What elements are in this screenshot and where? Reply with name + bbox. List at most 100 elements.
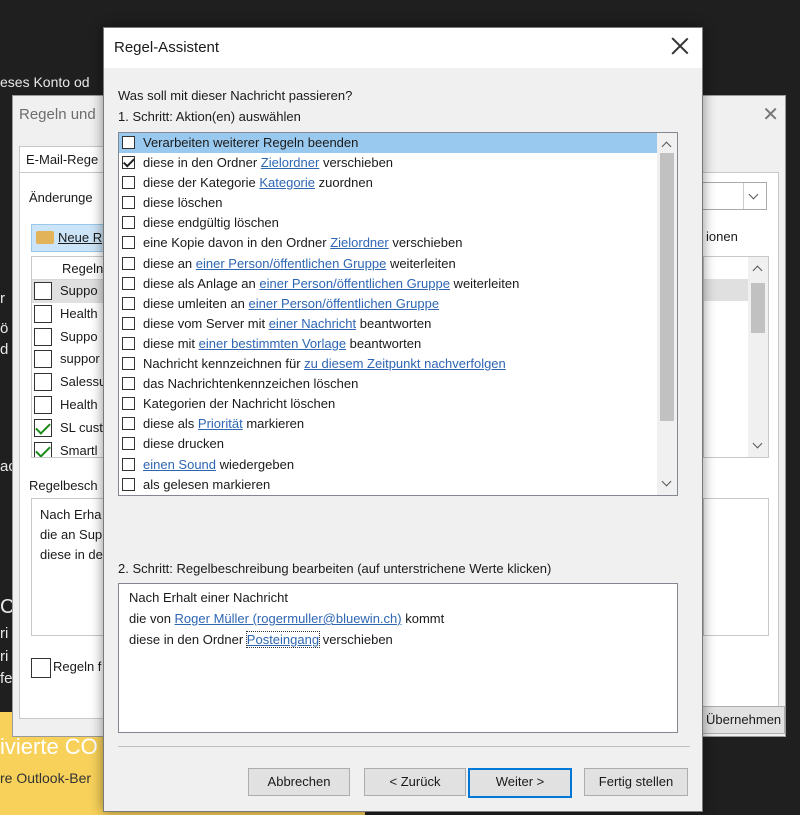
action-text-post: zuordnen [315, 175, 373, 191]
rule-checkbox[interactable] [34, 327, 52, 346]
new-rule-button[interactable]: Neue R [31, 224, 113, 252]
close-icon[interactable]: ✕ [762, 102, 779, 127]
action-checkbox[interactable] [122, 196, 135, 210]
action-link[interactable]: einer bestimmten Vorlage [199, 336, 346, 351]
list-item[interactable]: diese löschen [119, 193, 657, 213]
list-item[interactable]: diese vom Server mit einer Nachricht bea… [119, 314, 657, 334]
action-link[interactable]: einer Person/öffentlichen Gruppe [249, 296, 440, 311]
close-icon[interactable] [670, 36, 690, 56]
action-text-pre: diese drucken [143, 436, 224, 452]
next-button[interactable]: Weiter > [468, 768, 572, 798]
list-item[interactable]: diese umleiten an einer Person/öffentlic… [119, 294, 657, 314]
list-item[interactable]: das Nachrichtenkennzeichen löschen [119, 374, 657, 394]
action-text-pre: eine Kopie davon in den Ordner [143, 235, 331, 251]
cancel-button[interactable]: Abbrechen [248, 768, 350, 796]
list-item[interactable]: diese drucken [119, 434, 657, 454]
scroll-down-icon[interactable] [752, 438, 763, 449]
finish-button[interactable]: Fertig stellen [584, 768, 688, 796]
rule-name: Health [60, 396, 98, 412]
action-checkbox[interactable] [122, 477, 135, 491]
action-checkbox[interactable] [122, 377, 135, 391]
list-item[interactable]: Kategorien der Nachricht löschen [119, 394, 657, 414]
rule-checkbox[interactable] [34, 418, 52, 437]
rule-checkbox[interactable] [34, 395, 52, 414]
action-checkbox[interactable] [122, 397, 135, 411]
rule-checkbox[interactable] [34, 373, 52, 392]
action-text-pre: diese als Anlage an [143, 275, 260, 291]
list-item[interactable]: als gelesen markieren [119, 475, 657, 495]
options-fragment: ionen [706, 229, 738, 244]
action-link[interactable]: Priorität [198, 416, 243, 431]
action-checkbox[interactable] [122, 357, 135, 371]
action-checkbox[interactable] [122, 156, 135, 170]
action-checkbox[interactable] [122, 276, 135, 290]
rule-checkbox[interactable] [34, 304, 52, 323]
list-item[interactable]: diese mit einer bestimmten Vorlage beant… [119, 334, 657, 354]
action-link[interactable]: Zielordner [261, 155, 320, 170]
new-rule-label: Neue R [58, 230, 103, 245]
action-text: das Nachrichtenkennzeichen löschen [143, 376, 358, 391]
rule-name: Suppo [60, 283, 98, 298]
action-checkbox[interactable] [122, 176, 135, 190]
list-item[interactable]: diese als Anlage an einer Person/öffentl… [119, 274, 657, 294]
action-link[interactable]: einer Nachricht [269, 316, 356, 331]
scrollbar[interactable] [657, 133, 677, 495]
action-link[interactable]: einen Sound [143, 457, 216, 472]
action-text: diese als Priorität markieren [143, 416, 304, 431]
folder-link[interactable]: Posteingang [245, 631, 321, 648]
action-checkbox[interactable] [122, 236, 135, 250]
rules-list-right[interactable] [703, 256, 769, 458]
action-text-pre: diese der Kategorie [143, 175, 260, 191]
action-checkbox[interactable] [122, 316, 135, 330]
action-checkbox[interactable] [122, 437, 135, 451]
list-item[interactable]: diese an einer Person/öffentlichen Grupp… [119, 254, 657, 274]
chevron-down-icon[interactable] [743, 183, 766, 209]
rule-name: suppor [60, 351, 100, 367]
action-text: diese endgültig löschen [143, 215, 279, 230]
rule-checkbox[interactable] [34, 282, 52, 300]
list-item[interactable]: diese endgültig löschen [119, 213, 657, 233]
rules-window-title: Regeln und [19, 106, 96, 123]
action-text-pre: diese umleiten an [143, 295, 249, 311]
action-checkbox[interactable] [122, 336, 135, 350]
description-text: diese in den Ordner [129, 632, 247, 647]
description-text: verschieben [319, 632, 393, 647]
scroll-up-icon[interactable] [752, 265, 763, 276]
actions-list[interactable]: Verarbeiten weiterer Regeln beenden diese… [118, 132, 678, 496]
list-item[interactable]: diese der Kategorie Kategorie zuordnen [119, 173, 657, 193]
action-text: diese vom Server mit einer Nachricht bea… [143, 316, 431, 331]
action-checkbox[interactable] [122, 457, 135, 471]
action-link[interactable]: zu diesem Zeitpunkt nachverfolgen [304, 356, 506, 371]
list-item[interactable]: diese in den Ordner Zielordner verschieb… [119, 153, 657, 173]
action-link[interactable]: einer Person/öffentlichen Gruppe [196, 256, 387, 271]
action-link[interactable]: einer Person/öffentlichen Gruppe [259, 276, 450, 291]
scroll-thumb[interactable] [751, 283, 765, 333]
action-checkbox[interactable] [122, 216, 135, 230]
list-item[interactable]: diese als Priorität markieren [119, 414, 657, 434]
list-item[interactable]: Verarbeiten weiterer Regeln beenden [119, 133, 657, 154]
action-checkbox[interactable] [122, 296, 135, 310]
tab-label: E-Mail-Rege [26, 152, 99, 167]
action-checkbox[interactable] [122, 256, 135, 270]
back-button[interactable]: < Zurück [364, 768, 466, 796]
list-item[interactable]: eine Kopie davon in den Ordner Zielordne… [119, 233, 657, 253]
action-link[interactable]: Zielordner [330, 235, 389, 250]
list-item[interactable]: Nachricht kennzeichnen für zu diesem Zei… [119, 354, 657, 374]
account-dropdown[interactable] [701, 182, 767, 210]
rule-checkbox[interactable] [34, 350, 52, 369]
action-checkbox[interactable] [122, 136, 135, 149]
sender-link[interactable]: Roger Müller (rogermuller@bluewin.ch) [175, 611, 402, 626]
scroll-down-icon[interactable] [661, 476, 672, 487]
apply-button[interactable]: Übernehmen [699, 706, 785, 734]
list-item[interactable]: einen Sound wiedergeben [119, 455, 657, 475]
tab-email-rules[interactable]: E-Mail-Rege [19, 146, 113, 173]
action-text: diese umleiten an einer Person/öffentlic… [143, 296, 439, 311]
scrollbar[interactable] [748, 257, 768, 457]
enable-rules-checkbox[interactable] [31, 658, 51, 678]
rule-checkbox[interactable] [34, 441, 52, 457]
action-link[interactable]: Kategorie [259, 175, 315, 190]
action-text: Kategorien der Nachricht löschen [143, 396, 335, 411]
scroll-up-icon[interactable] [661, 141, 672, 152]
scroll-thumb[interactable] [660, 153, 674, 421]
action-checkbox[interactable] [122, 417, 135, 431]
